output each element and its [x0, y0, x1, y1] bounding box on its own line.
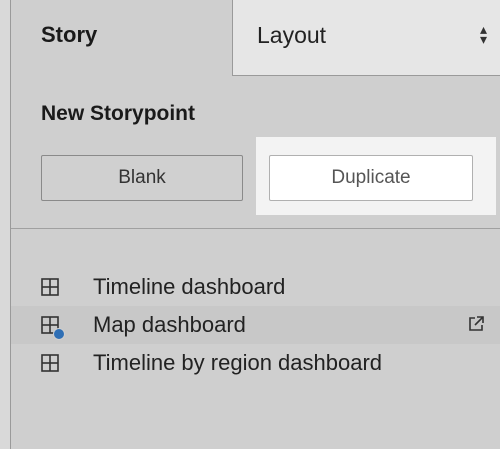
tab-layout[interactable]: Layout ▴ ▾: [233, 0, 500, 76]
open-external-icon[interactable]: [467, 315, 485, 333]
sheet-item-label: Timeline dashboard: [93, 274, 286, 299]
tab-story-label: Story: [41, 22, 98, 47]
sheet-item-timeline-by-region-dashboard[interactable]: Timeline by region dashboard: [11, 344, 500, 382]
sheet-item-label: Timeline by region dashboard: [93, 350, 383, 375]
dashboard-grid-icon: [41, 354, 59, 372]
sheet-item-label: Map dashboard: [93, 312, 246, 337]
tab-layout-label: Layout: [257, 22, 327, 48]
duplicate-button[interactable]: Duplicate: [269, 155, 473, 201]
tab-story[interactable]: Story: [11, 0, 233, 76]
section-divider: [11, 228, 500, 229]
story-panel: Story Layout ▴ ▾ New Storypoint Blank Dup…: [10, 0, 500, 449]
sheet-item-timeline-dashboard[interactable]: Timeline dashboard: [11, 268, 500, 306]
updown-arrows-icon: ▴ ▾: [479, 21, 487, 47]
blank-button[interactable]: Blank: [41, 155, 243, 201]
tab-bar: Story Layout ▴ ▾: [11, 0, 500, 76]
in-use-badge-icon: [53, 328, 65, 340]
dashboard-grid-in-use-icon: [41, 316, 65, 340]
new-storypoint-title: New Storypoint: [41, 102, 196, 125]
dashboard-grid-icon: [41, 278, 59, 296]
sheet-item-map-dashboard[interactable]: Map dashboard: [11, 306, 500, 344]
